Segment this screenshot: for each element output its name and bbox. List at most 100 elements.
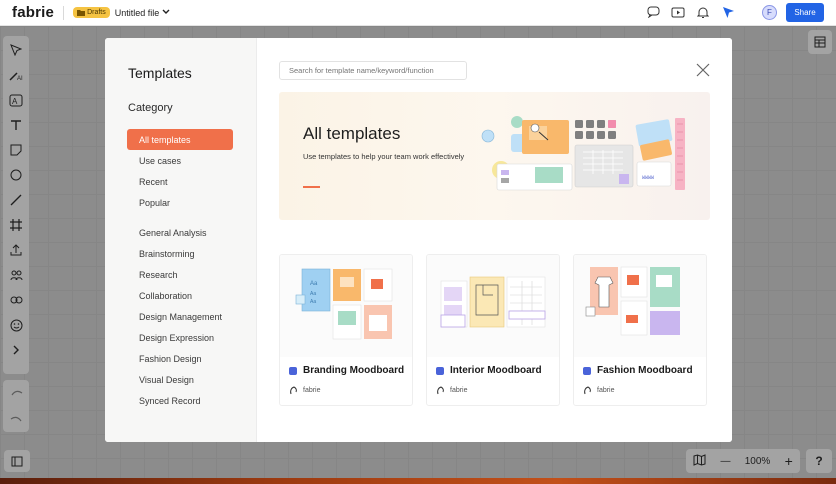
- hero-accent-line: [303, 186, 320, 188]
- category-research[interactable]: Research: [127, 264, 233, 285]
- topbar-divider: [63, 5, 65, 20]
- svg-text:Aa: Aa: [310, 291, 316, 297]
- svg-text:AI: AI: [17, 76, 23, 81]
- undo-icon[interactable]: [10, 386, 23, 400]
- svg-text:Aa: Aa: [310, 281, 318, 287]
- template-cards: Aa Aa Aa Branding Moodboard fabrie Inter…: [279, 254, 707, 406]
- fashion-thumbnail-art: [585, 266, 680, 336]
- card-author-name: fabrie: [303, 387, 321, 394]
- interior-thumbnail-art: [440, 276, 546, 328]
- category-list: All templates Use cases Recent Popular G…: [127, 129, 233, 411]
- category-visual-design[interactable]: Visual Design: [127, 369, 233, 390]
- present-icon[interactable]: [670, 4, 686, 20]
- card-title-text: Branding Moodboard: [303, 365, 405, 376]
- card-author: fabrie: [583, 386, 615, 395]
- board-icon: [289, 366, 297, 375]
- file-name[interactable]: Untitled file: [115, 8, 160, 18]
- modal-title: Templates: [128, 65, 192, 81]
- templates-modal: Templates Category All templates Use cas…: [105, 38, 732, 442]
- undo-redo-group: [3, 380, 29, 432]
- template-panel-icon[interactable]: [808, 30, 832, 54]
- card-thumbnail: [427, 255, 559, 357]
- category-general-analysis[interactable]: General Analysis: [127, 222, 233, 243]
- hero-illustration: WWWW: [481, 116, 685, 191]
- category-brainstorming[interactable]: Brainstorming: [127, 243, 233, 264]
- link-icon[interactable]: [7, 291, 25, 309]
- line-icon[interactable]: [7, 191, 25, 209]
- template-card-fashion[interactable]: Fashion Moodboard fabrie: [573, 254, 707, 406]
- category-design-expression[interactable]: Design Expression: [127, 327, 233, 348]
- category-design-management[interactable]: Design Management: [127, 306, 233, 327]
- circle-icon[interactable]: [7, 166, 25, 184]
- card-thumbnail: Aa Aa Aa: [280, 255, 412, 357]
- close-icon[interactable]: [695, 62, 711, 78]
- svg-text:Aa: Aa: [310, 299, 316, 305]
- sticky-note-icon[interactable]: [7, 141, 25, 159]
- hero-title: All templates: [303, 124, 401, 143]
- card-author: fabrie: [289, 386, 321, 395]
- card-title: Branding Moodboard: [289, 365, 404, 376]
- zoom-controls: — 100% +: [686, 449, 800, 473]
- team-icon[interactable]: [7, 266, 25, 284]
- category-fashion-design[interactable]: Fashion Design: [127, 348, 233, 369]
- zoom-out-button[interactable]: —: [720, 456, 730, 467]
- panel-toggle-icon[interactable]: [4, 450, 30, 472]
- card-author-name: fabrie: [597, 387, 615, 394]
- card-title-text: Fashion Moodboard: [597, 365, 693, 376]
- card-title: Interior Moodboard: [436, 365, 542, 376]
- app-logo[interactable]: fabrie: [12, 4, 54, 21]
- search-input[interactable]: [279, 61, 467, 80]
- cursor-follow-icon[interactable]: [720, 4, 736, 20]
- avatar[interactable]: F: [762, 5, 777, 20]
- category-all-templates[interactable]: All templates: [127, 129, 233, 150]
- board-icon: [583, 366, 591, 375]
- redo-icon[interactable]: [10, 412, 23, 426]
- top-icon-group: [645, 4, 736, 20]
- drafts-badge-label: Drafts: [87, 9, 106, 16]
- category-title: Category: [128, 102, 173, 114]
- fabrie-logo-icon: [437, 386, 444, 395]
- card-title-text: Interior Moodboard: [450, 365, 542, 376]
- category-synced-record[interactable]: Synced Record: [127, 390, 233, 411]
- help-button[interactable]: ?: [806, 449, 832, 473]
- template-card-interior[interactable]: Interior Moodboard fabrie: [426, 254, 560, 406]
- template-card-branding[interactable]: Aa Aa Aa Branding Moodboard fabrie: [279, 254, 413, 406]
- svg-text:A: A: [12, 97, 18, 106]
- emoji-icon[interactable]: [7, 316, 25, 334]
- branding-thumbnail-art: Aa Aa Aa: [295, 268, 393, 340]
- chevron-down-icon[interactable]: [162, 8, 170, 17]
- more-icon[interactable]: [7, 341, 25, 359]
- card-thumbnail: [574, 255, 706, 357]
- left-toolbar: AI A: [3, 36, 29, 374]
- templates-main: All templates Use templates to help your…: [257, 38, 732, 442]
- zoom-level[interactable]: 100%: [745, 456, 771, 467]
- bell-icon[interactable]: [695, 4, 711, 20]
- card-author-name: fabrie: [450, 387, 468, 394]
- zoom-in-button[interactable]: +: [785, 453, 793, 469]
- templates-sidebar: Templates Category All templates Use cas…: [105, 38, 257, 442]
- hero-subtitle: Use templates to help your team work eff…: [303, 152, 465, 161]
- folder-icon: [77, 10, 86, 16]
- category-use-cases[interactable]: Use cases: [127, 150, 233, 171]
- frame-icon[interactable]: [7, 216, 25, 234]
- fabrie-logo-icon: [290, 386, 297, 395]
- category-popular[interactable]: Popular: [127, 192, 233, 213]
- drafts-badge: Drafts: [73, 7, 110, 18]
- comment-icon[interactable]: [645, 4, 661, 20]
- card-author: fabrie: [436, 386, 468, 395]
- category-recent[interactable]: Recent: [127, 171, 233, 192]
- ai-text-icon[interactable]: A: [7, 91, 25, 109]
- category-gap: [127, 213, 233, 222]
- top-bar: fabrie Drafts Untitled file F Share: [0, 0, 836, 26]
- text-icon[interactable]: [7, 116, 25, 134]
- share-button[interactable]: Share: [786, 3, 824, 22]
- taskbar-strip: [0, 478, 836, 484]
- hero-banner: All templates Use templates to help your…: [279, 92, 710, 220]
- minimap-icon[interactable]: [693, 453, 706, 469]
- category-collaboration[interactable]: Collaboration: [127, 285, 233, 306]
- upload-icon[interactable]: [7, 241, 25, 259]
- select-icon[interactable]: [7, 41, 25, 59]
- ai-icon[interactable]: AI: [7, 66, 25, 84]
- card-title: Fashion Moodboard: [583, 365, 693, 376]
- svg-text:WWWW: WWWW: [642, 175, 654, 181]
